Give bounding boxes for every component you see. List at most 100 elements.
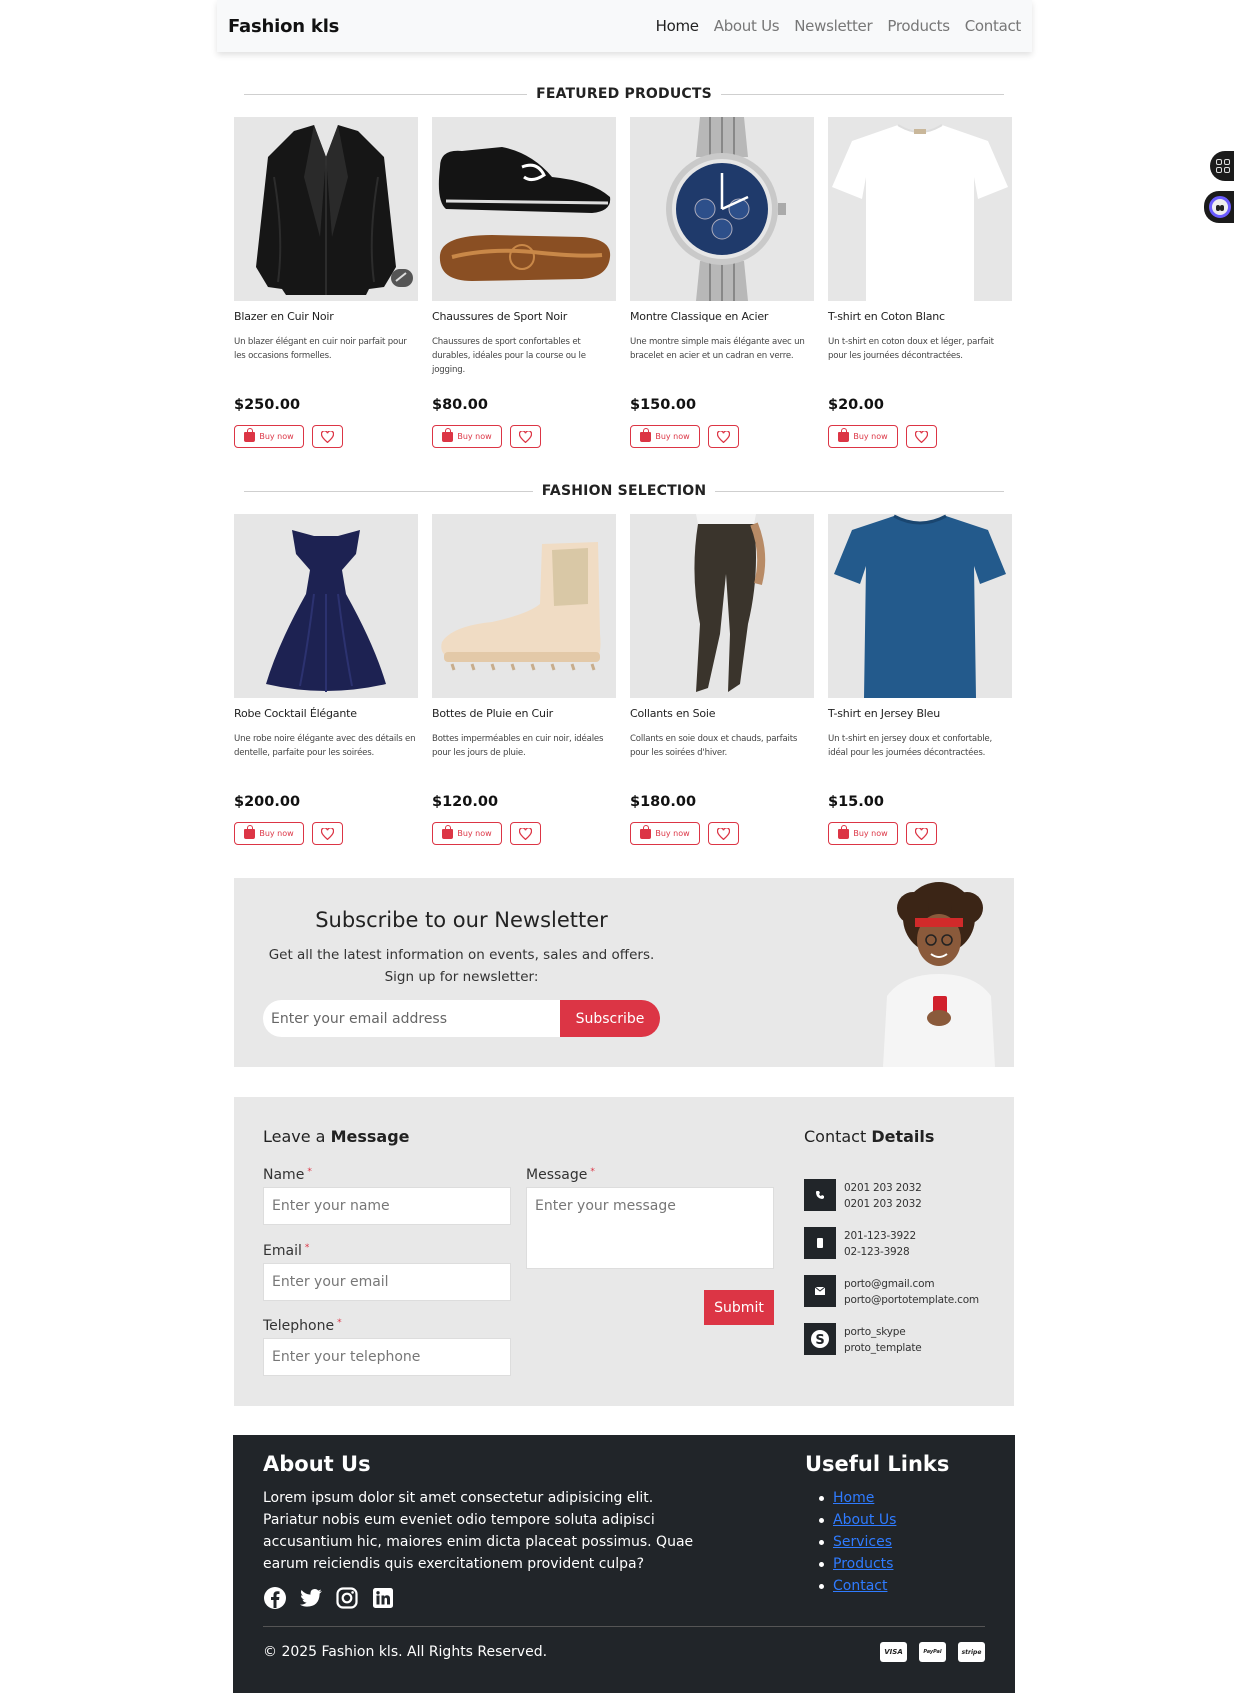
bot-icon	[1209, 196, 1231, 218]
navbar: Fashion kls Home About Us Newsletter Pro…	[217, 0, 1032, 52]
wishlist-button[interactable]	[906, 425, 937, 448]
nav-link-home[interactable]: Home	[656, 17, 699, 35]
mobile-icon	[804, 1227, 836, 1259]
wishlist-button[interactable]	[906, 822, 937, 845]
extension-grid-button[interactable]	[1210, 151, 1234, 181]
brand-logo[interactable]: Fashion kls	[228, 16, 339, 37]
wishlist-button[interactable]	[510, 822, 541, 845]
buy-now-button[interactable]: Buy now	[828, 822, 898, 845]
buy-now-button[interactable]: Buy now	[432, 425, 502, 448]
featured-title: FEATURED PRODUCTS	[536, 86, 712, 102]
product-description: Bottes imperméables en cuir noir, idéale…	[432, 734, 604, 758]
social-links	[263, 1586, 395, 1610]
product-name[interactable]: T-shirt en Jersey Bleu	[828, 707, 1012, 723]
product-name[interactable]: Montre Classique en Acier	[630, 310, 814, 326]
nav-link-about[interactable]: About Us	[714, 17, 780, 35]
buy-now-button[interactable]: Buy now	[630, 425, 700, 448]
svg-text:S: S	[815, 1333, 824, 1348]
newsletter-email-input[interactable]: Enter your email address	[263, 1000, 560, 1037]
footer-link-item: Home	[805, 1487, 896, 1509]
heart-icon	[717, 827, 730, 840]
instagram-icon[interactable]	[335, 1586, 359, 1610]
assistant-bot-button[interactable]	[1204, 191, 1234, 223]
product-image-white-tshirt[interactable]	[828, 117, 1012, 301]
product-name[interactable]: Bottes de Pluie en Cuir	[432, 707, 616, 723]
product-name[interactable]: Robe Cocktail Élégante	[234, 707, 418, 723]
product-description: Chaussures de sport confortables et dura…	[432, 337, 586, 375]
product-price: $200.00	[234, 794, 301, 810]
wishlist-button[interactable]	[708, 822, 739, 845]
product-description: Un t-shirt en coton doux et léger, parfa…	[828, 337, 994, 361]
buy-now-button[interactable]: Buy now	[234, 425, 304, 448]
product-price: $150.00	[630, 397, 697, 413]
product-image-cocktail-dress[interactable]	[234, 514, 418, 698]
footer-about-title: About Us	[263, 1452, 371, 1476]
fashion-title: FASHION SELECTION	[541, 483, 707, 499]
product-image-rain-boots[interactable]	[432, 514, 616, 698]
message-label: Message *	[526, 1167, 595, 1183]
linkedin-icon[interactable]	[371, 1586, 395, 1610]
product-card: Bottes de Pluie en Cuir Bottes imperméab…	[432, 514, 616, 845]
buy-now-button[interactable]: Buy now	[432, 822, 502, 845]
product-card: Collants en Soie Collants en soie doux e…	[630, 514, 814, 845]
shopping-bag-icon	[838, 824, 850, 839]
heart-icon	[321, 827, 334, 840]
product-name[interactable]: Chaussures de Sport Noir	[432, 310, 616, 326]
subscribe-button[interactable]: Subscribe	[560, 1000, 660, 1037]
product-image-sport-shoes[interactable]	[432, 117, 616, 301]
heart-icon	[321, 430, 334, 443]
nav-link-products[interactable]: Products	[887, 17, 950, 35]
footer-link-products[interactable]: Products	[833, 1556, 893, 1572]
product-name[interactable]: T-shirt en Coton Blanc	[828, 310, 1012, 326]
product-name[interactable]: Collants en Soie	[630, 707, 814, 723]
nav-link-contact[interactable]: Contact	[965, 17, 1022, 35]
submit-button[interactable]: Submit	[704, 1290, 774, 1325]
nav-links: Home About Us Newsletter Products Contac…	[656, 17, 1022, 35]
product-description: Un blazer élégant en cuir noir parfait p…	[234, 337, 407, 361]
product-image-leather-jacket[interactable]	[234, 117, 418, 301]
footer-links-list: Home About Us Services Products Contact	[805, 1487, 896, 1597]
wishlist-button[interactable]	[708, 425, 739, 448]
wishlist-button[interactable]	[312, 425, 343, 448]
name-field[interactable]: Enter your name	[263, 1187, 511, 1225]
wishlist-button[interactable]	[312, 822, 343, 845]
product-price: $15.00	[828, 794, 884, 810]
product-price: $180.00	[630, 794, 697, 810]
buy-now-button[interactable]: Buy now	[630, 822, 700, 845]
product-image-steel-watch[interactable]	[630, 117, 814, 301]
product-price: $20.00	[828, 397, 884, 413]
twitter-icon[interactable]	[299, 1586, 323, 1610]
email-field[interactable]: Enter your email	[263, 1263, 511, 1301]
newsletter-title: Subscribe to our Newsletter	[315, 908, 608, 932]
product-name[interactable]: Blazer en Cuir Noir	[234, 310, 418, 326]
paypal-icon: PayPal	[919, 1642, 946, 1662]
product-description: Une montre simple mais élégante avec un …	[630, 337, 805, 361]
wishlist-button[interactable]	[510, 425, 541, 448]
footer-link-item: Contact	[805, 1575, 896, 1597]
product-card: Blazer en Cuir Noir Un blazer élégant en…	[234, 117, 418, 448]
facebook-icon[interactable]	[263, 1586, 287, 1610]
buy-now-button[interactable]: Buy now	[828, 425, 898, 448]
newsletter-section: Subscribe to our Newsletter Get all the …	[234, 878, 1014, 1067]
product-price: $120.00	[432, 794, 499, 810]
shopping-bag-icon	[838, 427, 850, 442]
nav-link-newsletter[interactable]: Newsletter	[794, 17, 872, 35]
product-card: Chaussures de Sport Noir Chaussures de s…	[432, 117, 616, 448]
product-image-silk-tights[interactable]	[630, 514, 814, 698]
heart-icon	[519, 827, 532, 840]
product-image-blue-tshirt[interactable]	[828, 514, 1012, 698]
telephone-field[interactable]: Enter your telephone	[263, 1338, 511, 1376]
shopping-bag-icon	[244, 427, 256, 442]
shopping-bag-icon	[640, 824, 652, 839]
footer-link-about[interactable]: About Us	[833, 1512, 896, 1528]
message-textarea[interactable]: Enter your message	[526, 1187, 774, 1269]
footer-link-home[interactable]: Home	[833, 1490, 874, 1506]
footer-link-services[interactable]: Services	[833, 1534, 892, 1550]
heart-icon	[519, 430, 532, 443]
contact-detail-skype: S porto_skype proto_template	[804, 1323, 922, 1356]
shopping-bag-icon	[640, 427, 652, 442]
product-price: $250.00	[234, 397, 301, 413]
buy-now-button[interactable]: Buy now	[234, 822, 304, 845]
product-card: Robe Cocktail Élégante Une robe noire él…	[234, 514, 418, 845]
footer-link-contact[interactable]: Contact	[833, 1578, 887, 1594]
